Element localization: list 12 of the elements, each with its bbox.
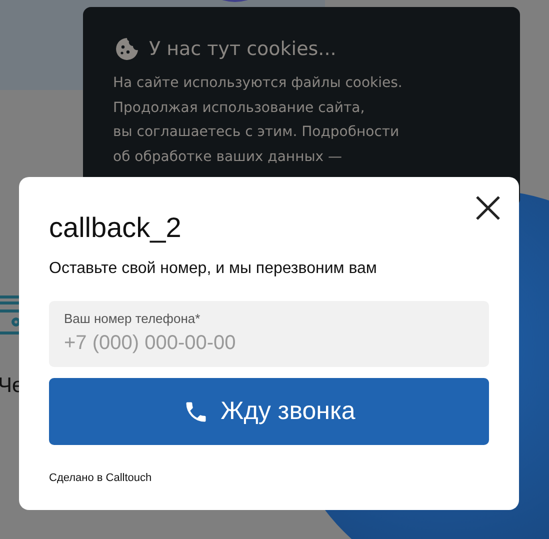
cookie-title: У нас тут cookies... bbox=[149, 38, 336, 60]
field-label: Ваш номер телефона* bbox=[64, 311, 202, 326]
cookie-text: На сайте используются файлы cookies. Продолжая использование сайта, вы соглашаетесь с этим. Подробности об обработке ваших данных — bbox=[113, 74, 404, 166]
dialog-title: callback_2 bbox=[49, 211, 182, 245]
phone-field[interactable]: Ваш номер телефона* +7 (000) 000-00-00 bbox=[49, 301, 489, 367]
powered-by-text: Сделано в Calltouch bbox=[49, 472, 153, 484]
close-icon bbox=[475, 195, 501, 221]
close-button[interactable] bbox=[475, 195, 501, 221]
call-me-button[interactable]: Жду звонка bbox=[49, 378, 489, 445]
phone-input[interactable]: +7 (000) 000-00-00 bbox=[64, 332, 474, 355]
cookie-icon bbox=[115, 37, 139, 61]
dialog-subtitle: Оставьте свой номер, и мы перезвоним вам bbox=[49, 260, 378, 278]
